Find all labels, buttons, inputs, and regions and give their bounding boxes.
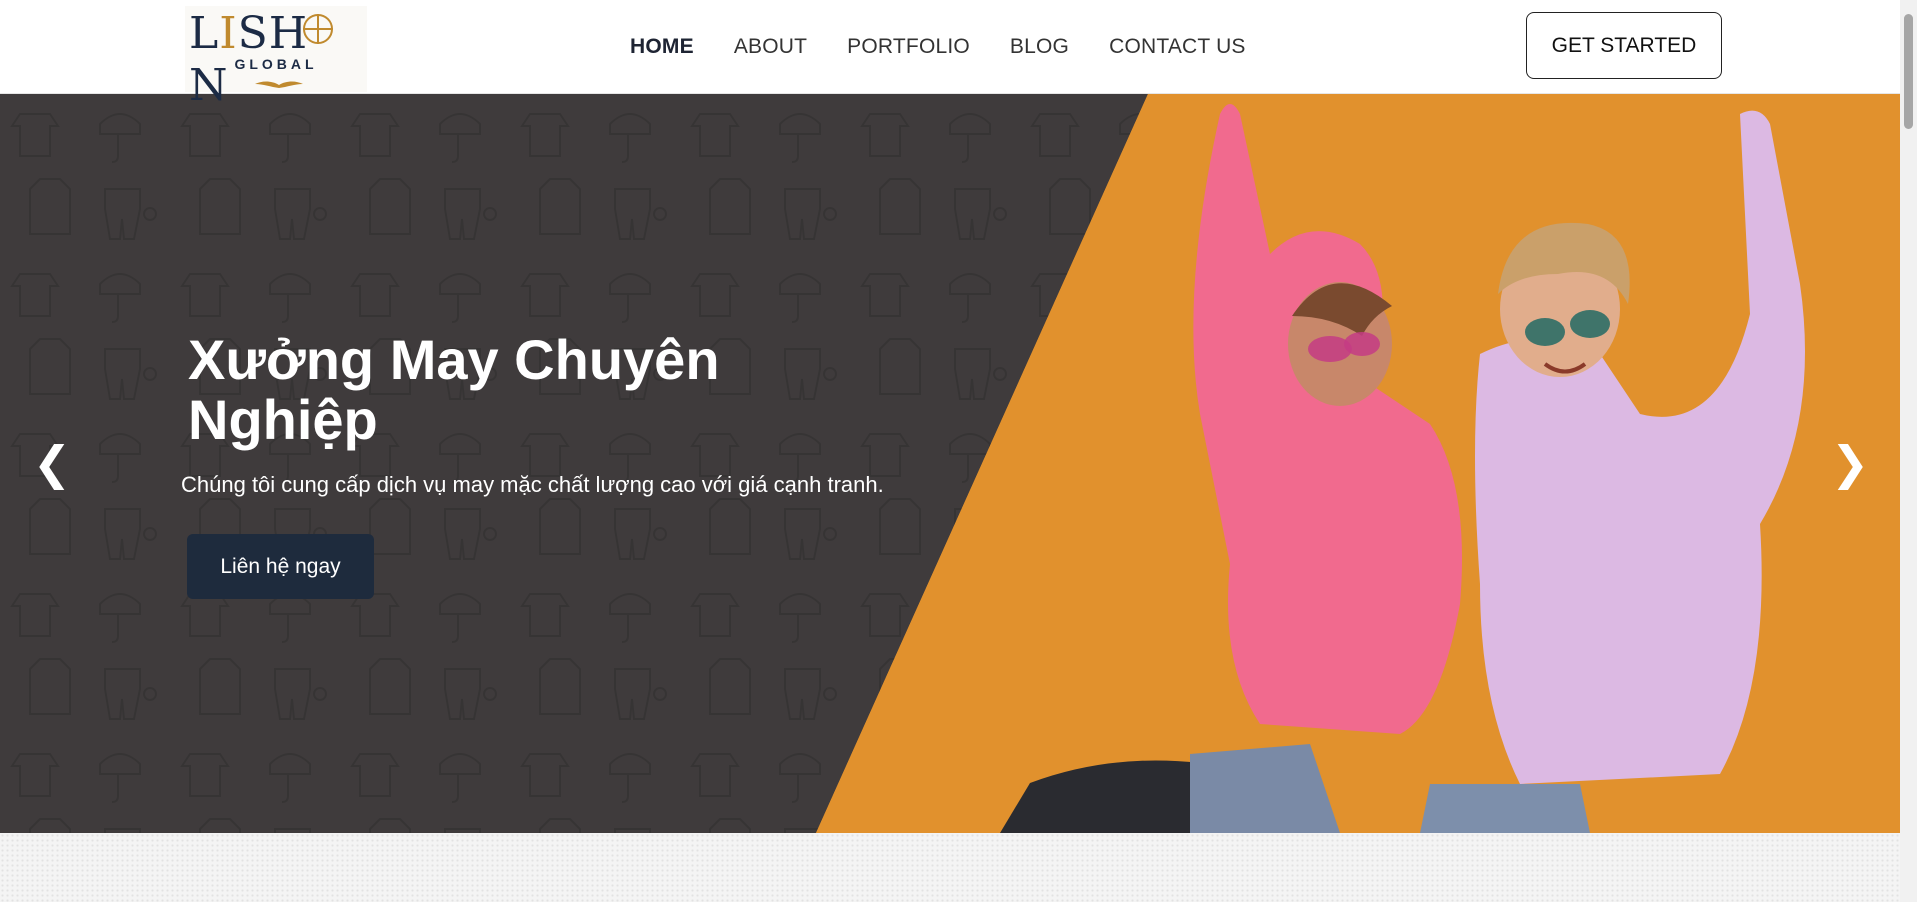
hero-title: Xưởng May Chuyên Nghiệp — [188, 328, 720, 451]
logo-text-i: I — [219, 8, 238, 59]
hero-slider: Xưởng May Chuyên Nghiệp Chúng tôi cung c… — [0, 94, 1900, 833]
logo-text-sh: SH — [237, 8, 309, 59]
get-started-button[interactable]: GET STARTED — [1526, 12, 1722, 79]
scrollbar-thumb[interactable] — [1904, 14, 1913, 129]
logo-text-l: L — [189, 8, 220, 59]
wings-icon — [255, 81, 303, 88]
hero-background-image — [0, 94, 1900, 833]
nav-home[interactable]: HOME — [630, 35, 694, 59]
site-header: LISHN GLOBAL HOME ABOUT PORTFOLIO BLOG C… — [0, 0, 1900, 111]
nav-about[interactable]: ABOUT — [734, 35, 807, 59]
page-scrollbar[interactable] — [1900, 0, 1917, 902]
nav-blog[interactable]: BLOG — [1010, 35, 1069, 59]
contact-now-button[interactable]: Liên hệ ngay — [187, 534, 374, 599]
globe-icon — [303, 14, 333, 44]
site-logo[interactable]: LISHN GLOBAL — [185, 6, 367, 111]
nav-contact-us[interactable]: CONTACT US — [1109, 35, 1246, 59]
hero-subtitle: Chúng tôi cung cấp dịch vụ may mặc chất … — [181, 472, 884, 497]
logo-subtitle: GLOBAL — [234, 56, 318, 72]
next-section-background — [0, 833, 1900, 902]
slider-prev-icon[interactable]: ❮ — [32, 438, 72, 488]
nav-portfolio[interactable]: PORTFOLIO — [847, 35, 970, 59]
slider-next-icon[interactable]: ❯ — [1830, 438, 1870, 488]
main-nav: HOME ABOUT PORTFOLIO BLOG CONTACT US — [630, 0, 1286, 94]
